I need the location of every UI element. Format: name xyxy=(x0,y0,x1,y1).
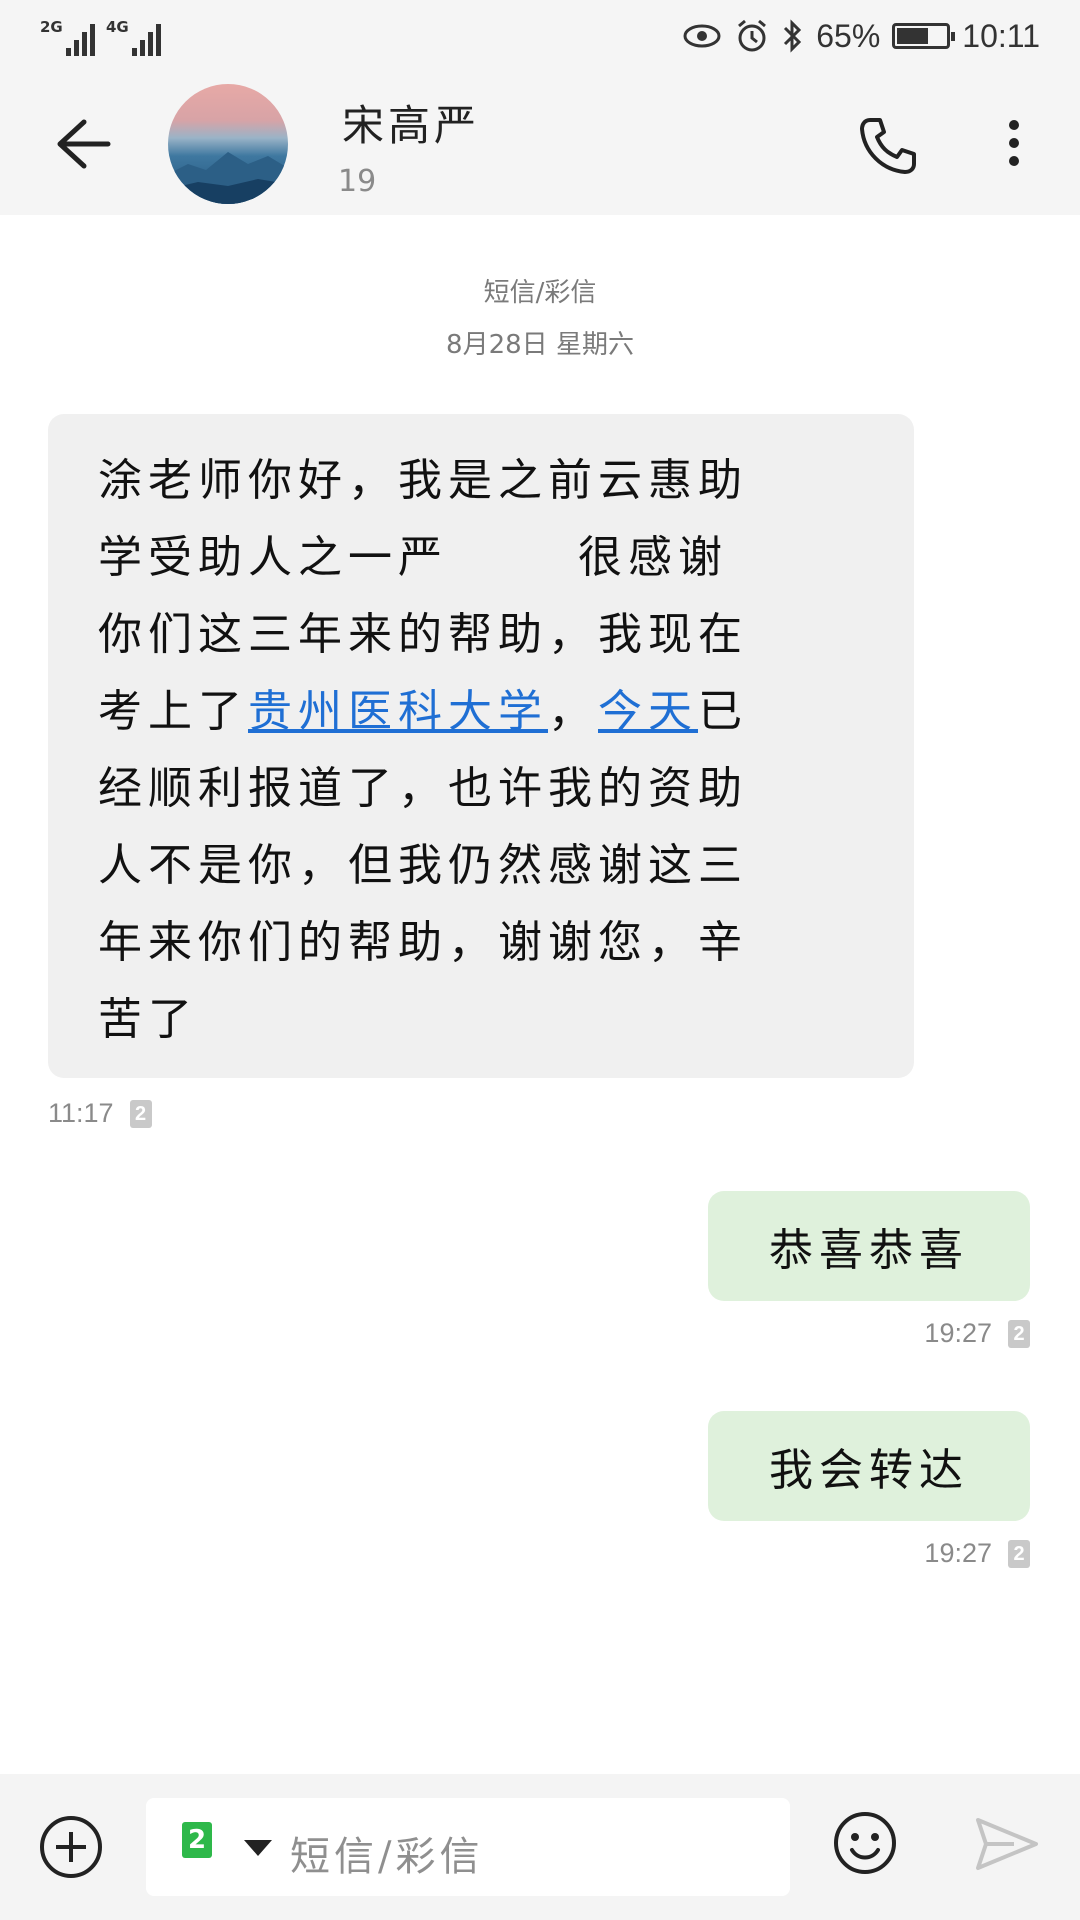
top-area: 2G 4G 65% 10:11 宋高严 19 xyxy=(0,0,1080,215)
avatar-mountain-image xyxy=(168,152,288,204)
message-timestamp: 19:27 2 xyxy=(924,1318,1030,1349)
emoji-icon[interactable] xyxy=(832,1810,898,1876)
contact-number: 19 xyxy=(338,164,377,199)
signal-bars-icon xyxy=(132,24,161,56)
sim-selector[interactable]: 2 1 xyxy=(182,1822,234,1872)
message-timestamp: 11:17 2 xyxy=(48,1098,152,1129)
more-vertical-icon[interactable] xyxy=(1000,112,1028,176)
send-icon[interactable] xyxy=(974,1814,1040,1874)
avatar[interactable] xyxy=(168,84,288,204)
message-line: 涂老师你好，我是之前云惠助 xyxy=(98,455,748,506)
chevron-down-icon[interactable] xyxy=(244,1840,272,1856)
conversation-header: 宋高严 19 xyxy=(0,72,1080,215)
sim-badge: 2 xyxy=(1008,1539,1030,1568)
incoming-message-bubble[interactable]: 涂老师你好，我是之前云惠助 学受助人之一严 很感谢 你们这三年来的帮助，我现在 考… xyxy=(48,414,914,1078)
outgoing-message-bubble[interactable]: 恭喜恭喜 xyxy=(708,1191,1030,1301)
message-line: 年来你们的帮助，谢谢您，辛 xyxy=(98,917,748,968)
eye-comfort-icon xyxy=(683,24,721,48)
bluetooth-icon xyxy=(784,19,802,53)
battery-percent: 65% xyxy=(816,17,881,54)
sim-badge: 2 xyxy=(129,1099,152,1128)
add-icon[interactable] xyxy=(38,1814,104,1880)
signal-2g-icon: 2G xyxy=(40,18,95,56)
phone-icon[interactable] xyxy=(856,114,920,178)
alarm-icon xyxy=(738,19,767,52)
signal-4g-icon: 4G xyxy=(106,18,161,56)
message-input[interactable]: 2 1 短信/彩信 xyxy=(146,1798,790,1896)
sim-2-badge: 2 xyxy=(182,1822,212,1858)
link-university[interactable]: 贵州医科大学 xyxy=(248,686,548,737)
message-line: 学受助人之一严 很感谢 xyxy=(98,532,728,583)
message-line: 经顺利报道了，也许我的资助 xyxy=(98,763,748,814)
input-placeholder: 短信/彩信 xyxy=(290,1834,484,1880)
clock: 10:11 xyxy=(962,17,1040,54)
date-label: 8月28日 星期六 xyxy=(446,330,634,360)
channel-label: 短信/彩信 xyxy=(483,278,597,308)
message-line: 你们这三年来的帮助，我现在 xyxy=(98,609,748,660)
sim-badge: 2 xyxy=(1008,1319,1030,1348)
link-date[interactable]: 今天 xyxy=(598,686,698,737)
battery-icon xyxy=(892,23,956,49)
composer-bar: 2 1 短信/彩信 xyxy=(0,1774,1080,1920)
outgoing-message-bubble[interactable]: 我会转达 xyxy=(708,1411,1030,1521)
status-right: 65% 10:11 xyxy=(682,14,1040,58)
status-bar: 2G 4G 65% 10:11 xyxy=(0,0,1080,72)
contact-name[interactable]: 宋高严 xyxy=(342,92,480,153)
message-line: 考上了贵州医科大学，今天已 xyxy=(98,686,748,737)
battery-fill xyxy=(897,28,929,44)
message-line: 苦了 xyxy=(98,994,198,1045)
message-timestamp: 19:27 2 xyxy=(924,1538,1030,1569)
message-line: 人不是你，但我仍然感谢这三 xyxy=(98,840,748,891)
back-arrow-icon[interactable] xyxy=(52,114,112,174)
